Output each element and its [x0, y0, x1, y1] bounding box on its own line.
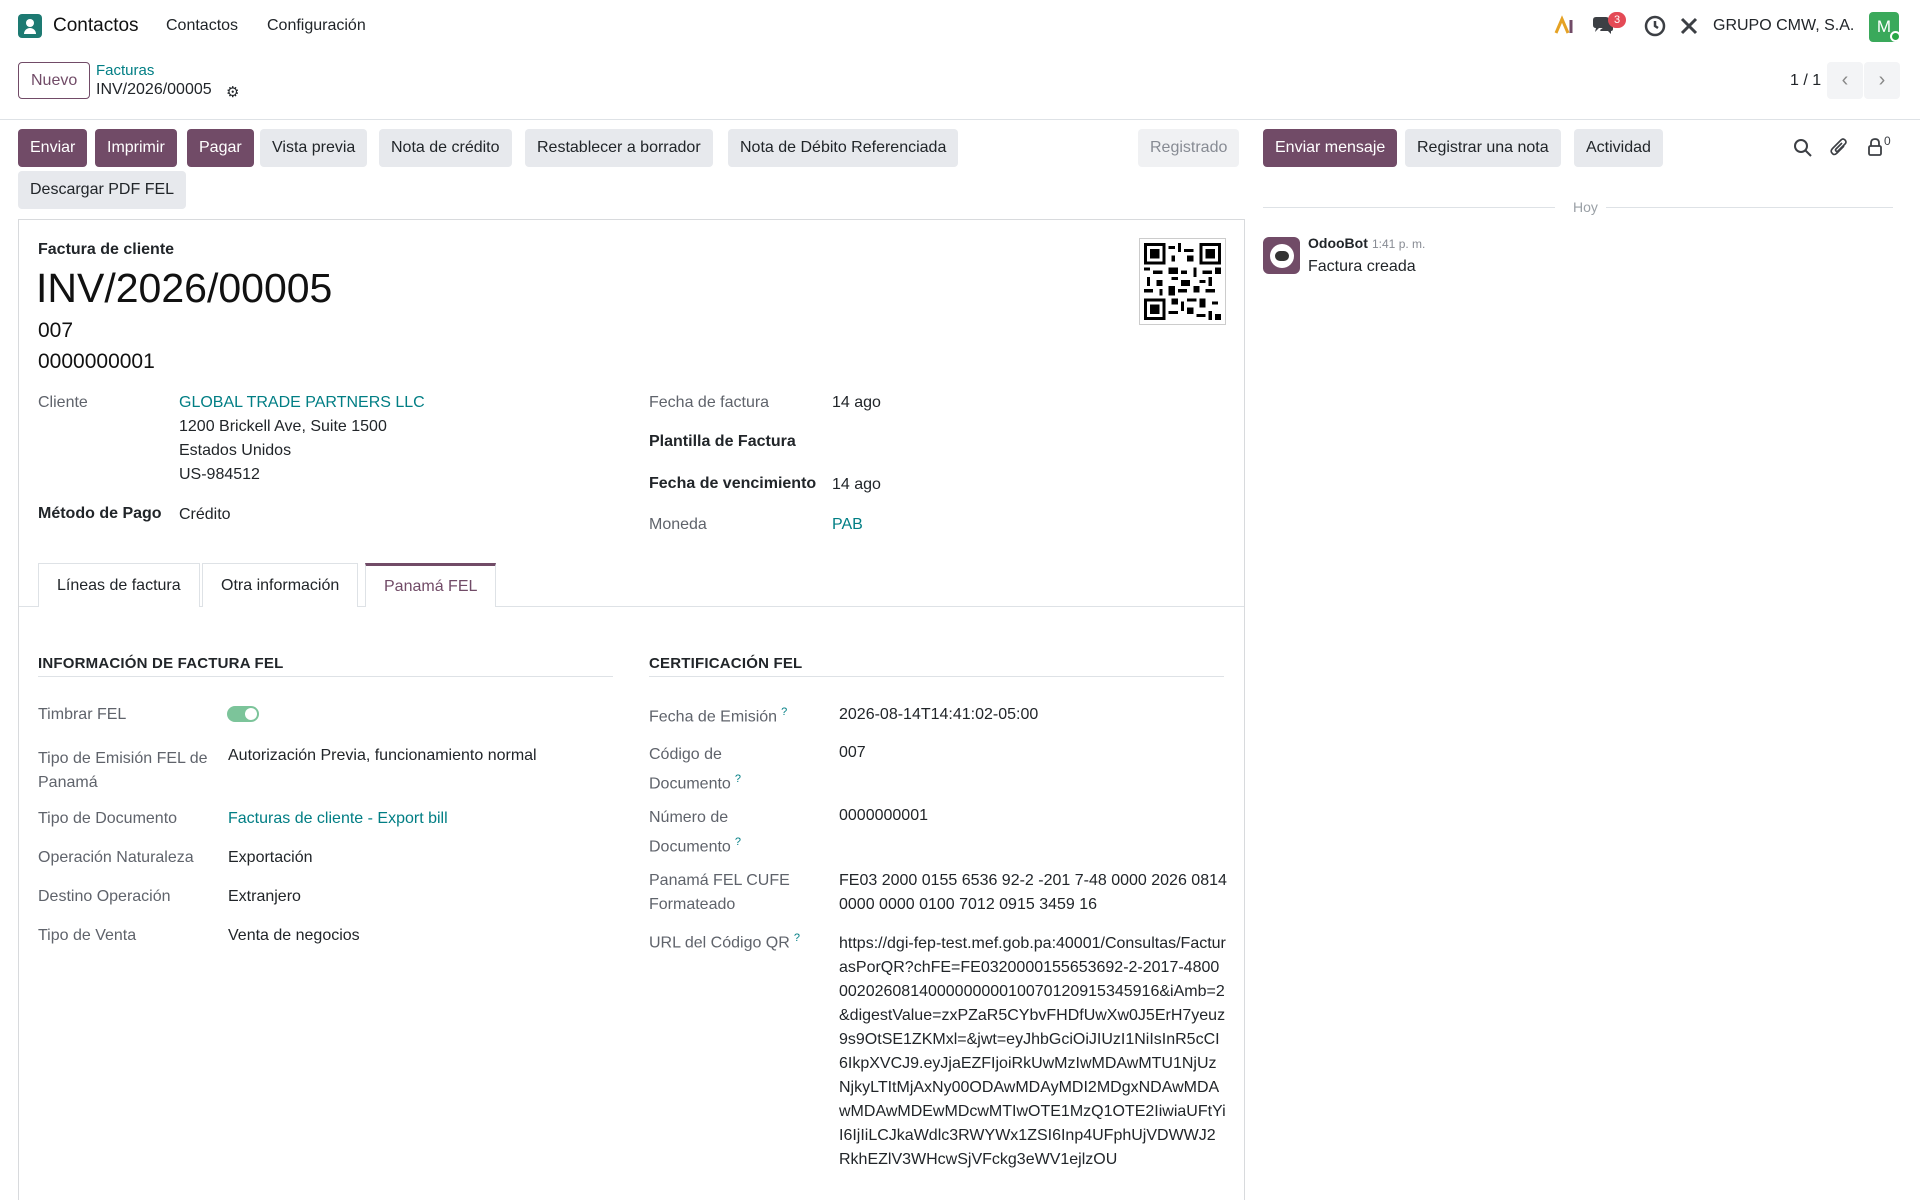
app-name[interactable]: Contactos	[53, 15, 139, 37]
invoice-sub-line: 0000000001	[38, 350, 155, 373]
document-type-link[interactable]: Facturas de cliente - Export bill	[228, 810, 448, 828]
new-button[interactable]: Nuevo	[18, 62, 91, 99]
qr-url-label: URL del Código QR?	[649, 932, 800, 952]
invoice-type: Factura de cliente	[38, 241, 175, 258]
pager-prev-button[interactable]: ‹	[1827, 62, 1863, 99]
clock-icon[interactable]	[1643, 14, 1667, 38]
section-fel-cert-title: CERTIFICACIÓN FEL	[649, 655, 803, 672]
notebook-tabs: Líneas de factura Otra información Panam…	[19, 563, 1244, 607]
help-icon[interactable]: ?	[794, 932, 800, 944]
message-author[interactable]: OdooBot	[1308, 235, 1368, 251]
document-code-label: Código de Documento?	[649, 746, 741, 793]
tab-other-info[interactable]: Otra información	[202, 563, 359, 607]
form-sheet: Factura de cliente INV/2026/00005 007 00…	[18, 219, 1245, 1200]
followers-count: 0	[1884, 134, 1891, 148]
tab-invoice-lines[interactable]: Líneas de factura	[38, 563, 200, 607]
chat-badge: 3	[1608, 12, 1626, 28]
customer-address-line: US-984512	[179, 466, 260, 483]
payment-method-label: Método de Pago	[38, 505, 162, 522]
gear-icon[interactable]: ⚙	[226, 83, 239, 101]
search-icon[interactable]	[1793, 138, 1813, 158]
divider	[1263, 207, 1555, 208]
document-type-label: Tipo de Documento	[38, 810, 178, 827]
send-message-button[interactable]: Enviar mensaje	[1263, 129, 1398, 167]
operation-nature-value[interactable]: Exportación	[228, 849, 313, 867]
invoice-date-label: Fecha de factura	[649, 394, 770, 411]
followers-icon[interactable]	[1866, 137, 1884, 157]
pager-value[interactable]: 1 / 1	[1790, 72, 1821, 90]
payment-method-value[interactable]: Crédito	[179, 506, 231, 524]
message-time: 1:41 p. m.	[1372, 237, 1426, 251]
invoice-date-value[interactable]: 14 ago	[832, 394, 881, 412]
divider	[649, 676, 1224, 677]
help-icon[interactable]: ?	[735, 773, 741, 785]
contacts-app-icon[interactable]	[18, 14, 42, 38]
pager-next-button[interactable]: ›	[1864, 62, 1900, 99]
divider	[1596, 207, 1893, 208]
reset-draft-button[interactable]: Restablecer a borrador	[525, 129, 713, 167]
breadcrumb-current: INV/2026/00005	[96, 81, 212, 98]
tab-panama-fel[interactable]: Panamá FEL	[365, 563, 497, 607]
credit-note-button[interactable]: Nota de crédito	[379, 129, 512, 167]
currency-label: Moneda	[649, 516, 707, 533]
download-pdf-button[interactable]: Descargar PDF FEL	[18, 171, 187, 209]
menu-configuracion[interactable]: Configuración	[267, 17, 366, 35]
emission-date-value: 2026-08-14T14:41:02-05:00	[839, 706, 1039, 723]
invoice-number: INV/2026/00005	[36, 265, 333, 311]
company-switcher[interactable]: GRUPO CMW, S.A.	[1713, 17, 1854, 35]
operation-destination-label: Destino Operación	[38, 888, 171, 905]
document-number-label: Número de Documento?	[649, 809, 741, 856]
document-number-value: 0000000001	[839, 807, 928, 824]
divider	[38, 676, 613, 677]
log-note-button[interactable]: Registrar una nota	[1405, 129, 1561, 167]
send-button[interactable]: Enviar	[18, 129, 88, 167]
pay-button[interactable]: Pagar	[187, 129, 254, 167]
odoobot-avatar[interactable]	[1263, 237, 1300, 274]
debit-note-button[interactable]: Nota de Débito Referenciada	[728, 129, 959, 167]
cufe-value: FE03 2000 0155 6536 92-2 -201 7-48 0000 …	[839, 872, 1227, 913]
customer-address-line: 1200 Brickell Ave, Suite 1500	[179, 418, 387, 435]
cufe-label: Panamá FEL CUFE Formateado	[649, 872, 790, 913]
top-navbar: Contactos Contactos Configuración 3 GRUP…	[0, 0, 1920, 52]
document-code-value: 007	[839, 744, 866, 761]
customer-link[interactable]: GLOBAL TRADE PARTNERS LLC	[179, 394, 425, 412]
stamp-fel-label: Timbrar FEL	[38, 706, 127, 723]
preview-button[interactable]: Vista previa	[260, 129, 368, 167]
ai-icon[interactable]	[1553, 14, 1577, 38]
invoice-template-label: Plantilla de Factura	[649, 433, 796, 450]
emission-date-label: Fecha de Emisión?	[649, 706, 788, 726]
invoice-sub-line: 007	[38, 319, 74, 342]
control-panel: Nuevo Facturas INV/2026/00005 ⚙ 1 / 1 ‹ …	[0, 52, 1920, 120]
emission-type-value[interactable]: Autorización Previa, funcionamiento norm…	[228, 747, 537, 765]
date-separator: Hoy	[1565, 199, 1606, 215]
operation-destination-value[interactable]: Extranjero	[228, 888, 301, 906]
operation-nature-label: Operación Naturaleza	[38, 849, 194, 866]
presence-dot	[1890, 31, 1901, 42]
message-body: Factura creada	[1308, 258, 1416, 275]
activity-button[interactable]: Actividad	[1574, 129, 1663, 167]
status-registrado[interactable]: Registrado	[1138, 129, 1240, 167]
paperclip-icon[interactable]	[1829, 136, 1849, 158]
sale-type-value[interactable]: Venta de negocios	[228, 927, 360, 945]
currency-link[interactable]: PAB	[832, 516, 863, 534]
qr-code	[1139, 238, 1226, 325]
print-button[interactable]: Imprimir	[95, 129, 177, 167]
due-date-label: Fecha de vencimiento	[649, 475, 817, 492]
qr-url-value: https://dgi-fep-test.mef.gob.pa:40001/Co…	[839, 935, 1226, 1168]
menu-contactos[interactable]: Contactos	[166, 17, 238, 35]
sale-type-label: Tipo de Venta	[38, 927, 137, 944]
due-date-value[interactable]: 14 ago	[832, 476, 881, 494]
breadcrumb-facturas[interactable]: Facturas	[96, 62, 154, 79]
emission-type-label: Tipo de Emisión FEL de Panamá	[38, 750, 208, 791]
section-fel-info-title: INFORMACIÓN DE FACTURA FEL	[38, 655, 284, 672]
stamp-fel-toggle[interactable]	[227, 706, 259, 722]
tools-icon[interactable]	[1677, 14, 1701, 38]
help-icon[interactable]: ?	[735, 836, 741, 848]
help-icon[interactable]: ?	[781, 706, 787, 718]
customer-address-line: Estados Unidos	[179, 442, 292, 459]
customer-label: Cliente	[38, 394, 88, 411]
